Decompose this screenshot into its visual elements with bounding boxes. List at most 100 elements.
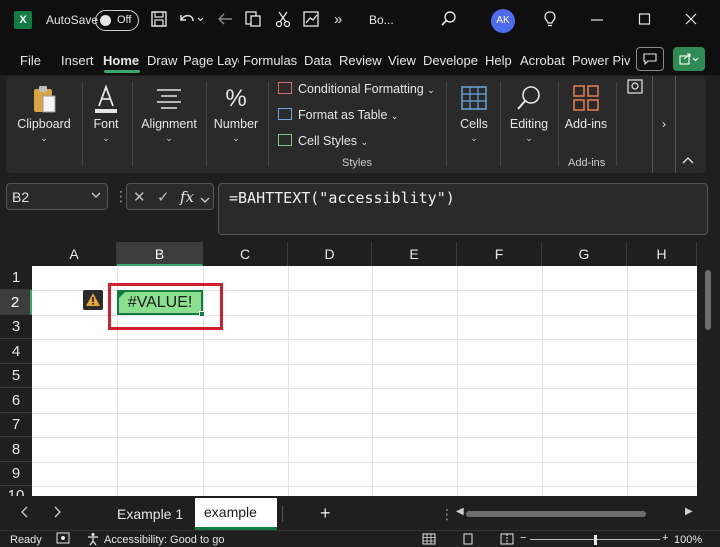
- tab-developer[interactable]: Develope: [423, 53, 480, 68]
- acrobat-ribbon-button[interactable]: [624, 76, 648, 173]
- ribbon-scroll-right-button[interactable]: ›: [652, 76, 676, 173]
- tab-home[interactable]: Home: [103, 53, 139, 68]
- select-all-corner[interactable]: [0, 242, 32, 266]
- search-icon: [504, 84, 554, 114]
- column-header-e[interactable]: E: [372, 242, 457, 266]
- tab-formulas[interactable]: Formulas: [243, 53, 297, 68]
- autosave-toggle[interactable]: Off: [95, 10, 139, 31]
- column-header-h[interactable]: H: [627, 242, 697, 266]
- collapse-ribbon-icon[interactable]: [682, 154, 694, 168]
- row-header-5[interactable]: 5: [0, 364, 32, 388]
- worksheet-grid[interactable]: A B C D E F G H 1 2 3 4 5 6 7 8 9 10 #VA…: [0, 242, 697, 496]
- formula-input[interactable]: =BAHTTEXT("accessiblity"): [218, 183, 708, 235]
- number-button[interactable]: % Number ⌄: [210, 76, 262, 173]
- column-header-f[interactable]: F: [457, 242, 542, 266]
- row-header-7[interactable]: 7: [0, 413, 32, 437]
- cancel-icon[interactable]: ✕: [133, 188, 146, 206]
- cut-icon[interactable]: [274, 10, 292, 33]
- row-header-9[interactable]: 9: [0, 462, 32, 486]
- error-warning-button[interactable]: [83, 290, 103, 310]
- conditional-formatting-icon: [278, 82, 292, 94]
- horizontal-scrollbar[interactable]: [452, 511, 674, 517]
- row-header-2[interactable]: 2: [0, 290, 32, 315]
- tab-file[interactable]: File: [20, 53, 41, 68]
- chart-icon[interactable]: [302, 10, 320, 33]
- chevron-down-icon: ⌄: [427, 85, 435, 95]
- clipboard-button[interactable]: Clipboard ⌄: [10, 76, 78, 173]
- tab-review[interactable]: Review: [339, 53, 382, 68]
- vertical-scroll-thumb[interactable]: [705, 270, 711, 330]
- scroll-right-icon[interactable]: ▶: [685, 506, 693, 517]
- comments-button[interactable]: [636, 47, 664, 71]
- column-header-c[interactable]: C: [203, 242, 288, 266]
- save-icon[interactable]: [150, 10, 168, 33]
- cell-styles-button[interactable]: Cell Styles ⌄: [278, 134, 368, 148]
- enter-icon[interactable]: ✓: [157, 188, 170, 206]
- accessibility-status[interactable]: Accessibility: Good to go: [104, 534, 224, 546]
- tab-insert[interactable]: Insert: [61, 53, 94, 68]
- column-header-a[interactable]: A: [32, 242, 117, 266]
- cells-button[interactable]: Cells ⌄: [452, 76, 496, 173]
- chevron-down-icon: ⌄: [390, 111, 399, 121]
- add-sheet-button[interactable]: +: [320, 503, 331, 524]
- zoom-slider-thumb[interactable]: [594, 535, 597, 545]
- zoom-level[interactable]: 100%: [674, 534, 702, 546]
- tab-data[interactable]: Data: [304, 53, 331, 68]
- row-header-8[interactable]: 8: [0, 437, 32, 462]
- row-header-6[interactable]: 6: [0, 388, 32, 413]
- column-header-g[interactable]: G: [542, 242, 627, 266]
- addins-icon: [562, 84, 610, 114]
- horizontal-scroll-thumb[interactable]: [466, 511, 646, 517]
- conditional-formatting-button[interactable]: Conditional Formatting ⌄: [278, 82, 435, 96]
- sheet-tab-example-1[interactable]: Example 1: [103, 498, 197, 530]
- normal-view-icon[interactable]: [422, 533, 436, 547]
- active-tab-indicator: [104, 70, 140, 73]
- vertical-scrollbar[interactable]: [697, 242, 720, 498]
- alignment-button[interactable]: Alignment ⌄: [136, 76, 202, 173]
- font-button[interactable]: Font ⌄: [86, 76, 126, 173]
- row-header-3[interactable]: 3: [0, 315, 32, 339]
- next-sheet-icon[interactable]: [52, 505, 62, 522]
- font-label: Font: [93, 117, 119, 131]
- prev-sheet-icon[interactable]: [20, 505, 30, 522]
- column-header-b[interactable]: B: [117, 242, 203, 266]
- page-break-view-icon[interactable]: [500, 533, 514, 547]
- gridline: [32, 413, 697, 414]
- minimize-icon[interactable]: [590, 10, 604, 33]
- tab-acrobat[interactable]: Acrobat: [520, 53, 565, 68]
- row-header-1[interactable]: 1: [0, 266, 32, 290]
- tab-view[interactable]: View: [388, 53, 416, 68]
- insert-function-button[interactable]: fx: [180, 188, 194, 206]
- macro-record-icon[interactable]: [56, 532, 70, 547]
- maximize-icon[interactable]: [638, 10, 652, 33]
- clipboard-icon: [10, 84, 78, 114]
- share-button[interactable]: [673, 47, 705, 71]
- format-as-table-button[interactable]: Format as Table ⌄: [278, 108, 398, 122]
- chevron-down-icon[interactable]: [91, 191, 101, 202]
- back-arrow-icon[interactable]: [216, 10, 234, 33]
- close-icon[interactable]: [684, 10, 698, 33]
- column-header-d[interactable]: D: [288, 242, 372, 266]
- zoom-out-icon[interactable]: −: [520, 532, 526, 544]
- row-header-10[interactable]: 10: [0, 486, 32, 496]
- avatar[interactable]: AK: [491, 9, 515, 33]
- overflow-chevron-icon[interactable]: »: [334, 11, 342, 28]
- tab-page-layout[interactable]: Page Layo: [183, 53, 239, 68]
- tab-help[interactable]: Help: [485, 53, 512, 68]
- lightbulb-icon[interactable]: [541, 10, 559, 33]
- copy-icon[interactable]: [244, 10, 262, 33]
- tab-draw[interactable]: Draw: [147, 53, 177, 68]
- document-title[interactable]: Bo...: [369, 13, 394, 27]
- row-header-4[interactable]: 4: [0, 339, 32, 364]
- tab-power-pivot[interactable]: Power Piv: [572, 53, 630, 68]
- chevron-down-icon[interactable]: [200, 191, 210, 208]
- sheet-tab-example-2[interactable]: example 2: [195, 498, 277, 547]
- undo-icon[interactable]: [177, 10, 204, 33]
- page-layout-view-icon[interactable]: [462, 533, 474, 547]
- name-box[interactable]: B2: [6, 183, 108, 210]
- ribbon-divider: [446, 82, 447, 166]
- search-icon[interactable]: [440, 10, 458, 33]
- editing-button[interactable]: Editing ⌄: [504, 76, 554, 173]
- accessibility-icon[interactable]: [86, 532, 100, 547]
- zoom-in-icon[interactable]: +: [662, 532, 668, 544]
